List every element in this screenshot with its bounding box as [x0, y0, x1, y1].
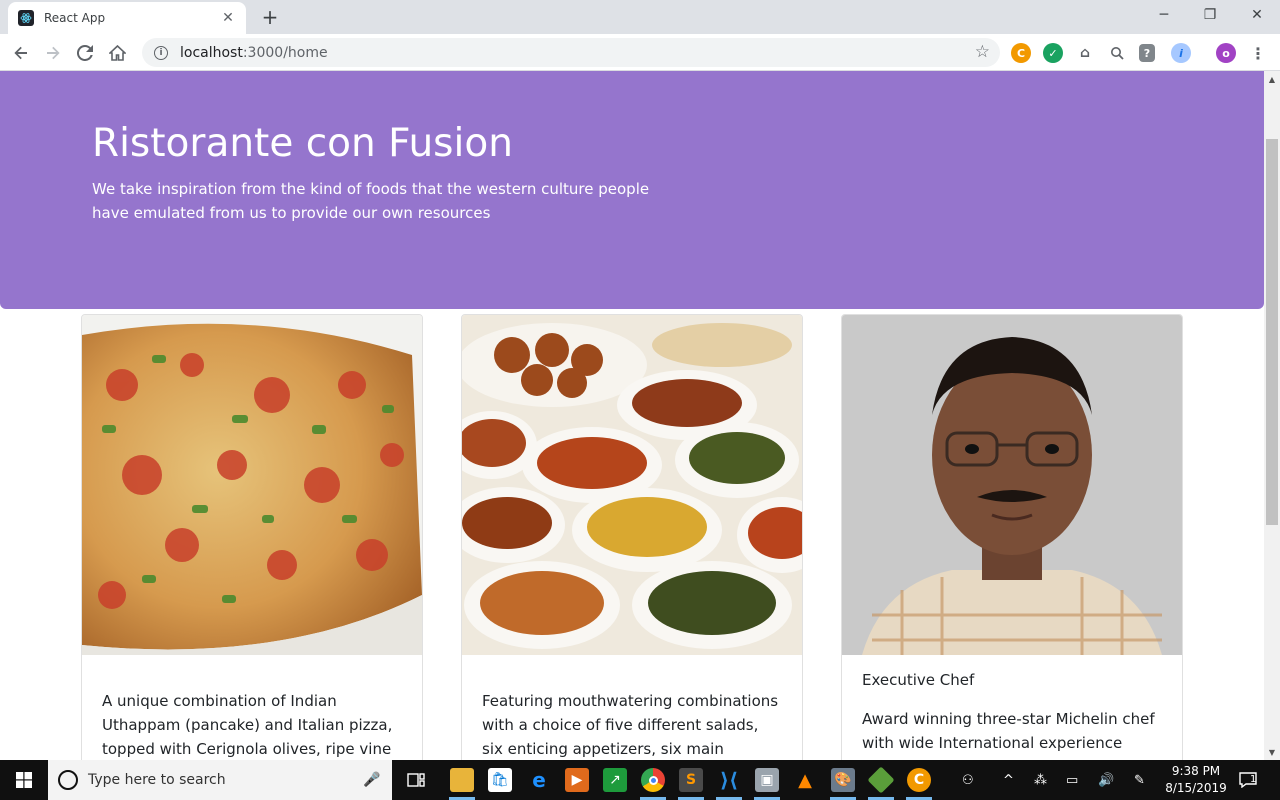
card-subtitle: Executive Chef [862, 671, 975, 689]
profile-avatar[interactable]: o [1216, 43, 1236, 63]
browser-tab-bar: React App ✕ + ─ ❐ ✕ [0, 0, 1280, 34]
page-description: We take inspiration from the kind of foo… [92, 180, 650, 222]
volume-icon[interactable]: 🔊 [1098, 760, 1114, 800]
notification-count: 1 [1250, 773, 1257, 785]
extension-check-icon[interactable]: ✓ [1043, 43, 1063, 63]
system-clock[interactable]: 9:38 PM 8/15/2019 [1164, 763, 1228, 797]
card-text: Award winning three-star Michelin chef w… [862, 710, 1155, 760]
browser-toolbar: i localhost :3000/home ☆ C ✓ ⌂ ? i o ⋮ [0, 34, 1280, 71]
reload-icon[interactable] [72, 40, 98, 66]
back-arrow-icon[interactable] [8, 40, 34, 66]
url-path: :3000/home [242, 44, 328, 61]
url-host: localhost [180, 44, 243, 61]
forward-arrow-icon[interactable] [40, 40, 66, 66]
remote-desktop-icon[interactable]: ▣ [755, 768, 779, 792]
chrome-icon[interactable] [641, 768, 665, 792]
store-icon[interactable]: 🛍 [488, 768, 512, 792]
scroll-thumb[interactable] [1266, 139, 1278, 525]
close-tab-icon[interactable]: ✕ [220, 10, 236, 26]
close-window-button[interactable]: ✕ [1234, 0, 1280, 30]
buffet-image [462, 315, 802, 655]
new-tab-button[interactable]: + [258, 6, 282, 28]
vlc-icon[interactable]: ▲ [793, 768, 817, 792]
card-text: A unique combination of Indian Uthappam … [102, 692, 393, 758]
address-bar[interactable]: i localhost :3000/home ☆ [142, 38, 1000, 67]
taskbar-search-box[interactable]: Type here to search 🎤 [48, 760, 392, 800]
tab-title: React App [44, 11, 106, 25]
scroll-up-arrow-icon[interactable]: ▲ [1264, 71, 1280, 87]
card-text: Featuring mouthwatering combinations wit… [482, 692, 779, 758]
bookmark-star-icon[interactable]: ☆ [975, 42, 990, 62]
info-icon[interactable]: i [154, 45, 168, 60]
chef-portrait-image [842, 315, 1182, 655]
people-icon[interactable]: ⚇ [962, 760, 974, 800]
dish-card-pizza[interactable]: A unique combination of Indian Uthappam … [81, 314, 423, 760]
tray-chevron-up-icon[interactable]: ^ [1003, 760, 1014, 800]
page-viewport: Ristorante con Fusion We take inspiratio… [0, 71, 1264, 760]
microphone-icon[interactable]: 🎤 [362, 772, 382, 788]
extension-house-icon[interactable]: ⌂ [1075, 43, 1095, 63]
extension-c-icon[interactable]: C [1011, 43, 1031, 63]
jumbotron: Ristorante con Fusion We take inspiratio… [0, 71, 1264, 309]
extension-info-icon[interactable]: i [1171, 43, 1191, 63]
dish-card-buffet[interactable]: Featuring mouthwatering combinations wit… [461, 314, 803, 760]
windows-start-icon[interactable] [0, 760, 48, 800]
extension-shield-icon[interactable]: ? [1139, 44, 1155, 62]
pen-icon[interactable]: ✎ [1134, 760, 1145, 800]
battery-icon[interactable]: ▭ [1066, 760, 1078, 800]
restore-button[interactable]: ❐ [1187, 0, 1233, 30]
extension-search-icon[interactable] [1107, 43, 1127, 63]
search-placeholder: Type here to search [88, 772, 226, 788]
git-kraken-icon[interactable] [867, 766, 895, 794]
task-view-icon[interactable] [404, 768, 428, 792]
menu-dots-icon[interactable]: ⋮ [1248, 43, 1268, 63]
media-player-icon[interactable]: ▶ [565, 768, 589, 792]
vscode-icon[interactable]: ⟩⟨ [717, 768, 741, 792]
windows-taskbar: Type here to search 🎤 🛍 e ▶ ↗ S ⟩⟨ ▣ ▲ 🎨… [0, 760, 1280, 800]
c-app-icon[interactable]: C [907, 768, 931, 792]
leader-card-chef[interactable]: Executive Chef Award winning three-star … [841, 314, 1183, 760]
wifi-icon[interactable]: ⁂ [1034, 760, 1047, 800]
pizza-image [82, 315, 422, 655]
file-explorer-icon[interactable] [450, 768, 474, 792]
home-icon[interactable] [104, 40, 130, 66]
clock-time: 9:38 PM [1171, 764, 1221, 778]
tab-react-app[interactable]: React App ✕ [8, 2, 246, 34]
paint-icon[interactable]: 🎨 [831, 768, 855, 792]
edge-icon[interactable]: e [527, 768, 551, 792]
sublime-text-icon[interactable]: S [679, 768, 703, 792]
scroll-down-arrow-icon[interactable]: ▼ [1264, 744, 1280, 760]
react-icon [18, 10, 34, 26]
minimize-button[interactable]: ─ [1141, 0, 1187, 30]
stocks-app-icon[interactable]: ↗ [603, 768, 627, 792]
clock-date: 8/15/2019 [1165, 781, 1227, 795]
page-title: Ristorante con Fusion [92, 121, 513, 166]
cortana-icon [58, 770, 78, 790]
page-scrollbar[interactable]: ▲ ▼ [1264, 71, 1280, 760]
